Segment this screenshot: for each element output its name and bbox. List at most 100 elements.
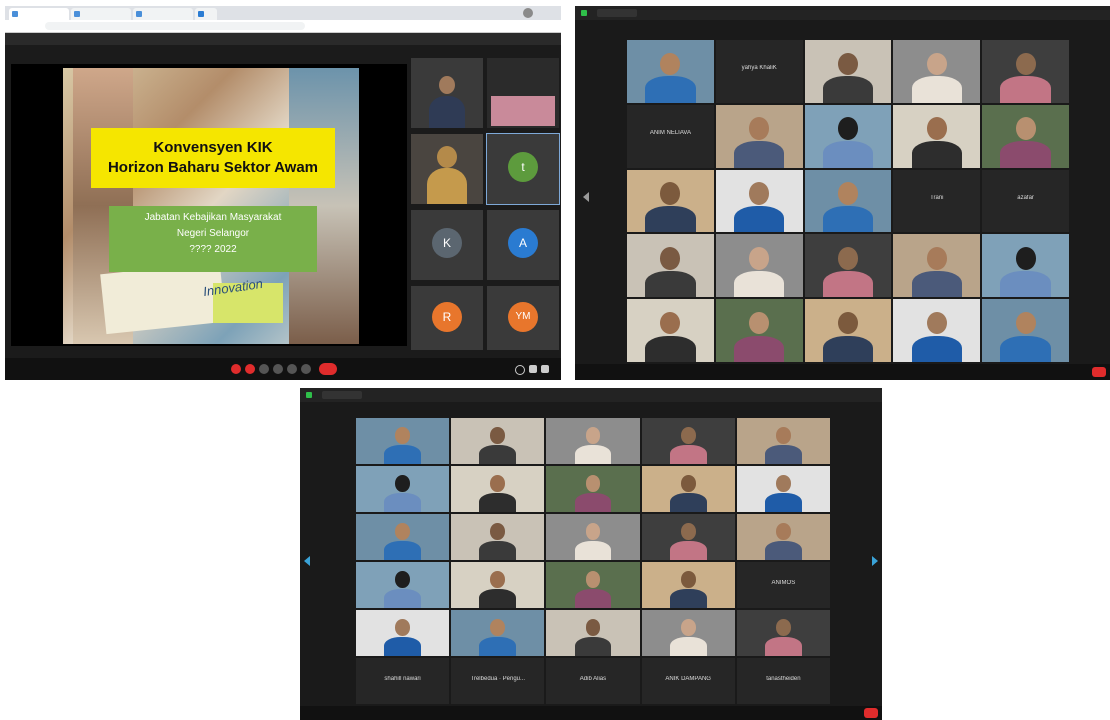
- participant-tile[interactable]: [627, 299, 714, 362]
- video-grid: yahya KhaliK ANIM NELIAVA Trani azafar: [627, 40, 1069, 362]
- participant-tile[interactable]: [356, 418, 450, 464]
- participant-tile[interactable]: [487, 58, 559, 128]
- browser-tab[interactable]: [133, 8, 193, 20]
- participant-tile[interactable]: [627, 169, 714, 233]
- participant-head: [749, 311, 770, 335]
- participant-tile[interactable]: [641, 610, 735, 656]
- participant-tile[interactable]: yahya KhaliK: [715, 40, 803, 103]
- chat-button[interactable]: [287, 364, 297, 374]
- leave-button[interactable]: [864, 708, 878, 718]
- participant-tile[interactable]: [893, 40, 981, 103]
- participant-tile[interactable]: [715, 234, 803, 298]
- people-icon[interactable]: [529, 365, 537, 373]
- participant-tile[interactable]: ANIMOS: [736, 562, 830, 608]
- participant-tile[interactable]: [411, 134, 483, 204]
- participant-head: [1015, 52, 1036, 76]
- participant-tile[interactable]: [715, 104, 803, 168]
- participant-tile[interactable]: A: [487, 210, 559, 280]
- participant-tile[interactable]: tanastheiden: [736, 658, 830, 704]
- browser-tab[interactable]: [195, 8, 217, 20]
- participant-head: [660, 52, 681, 76]
- participant-tile[interactable]: [893, 299, 981, 362]
- slide-subtitle: Jabatan Kebajikan Masyarakat Negeri Sela…: [109, 206, 317, 272]
- participant-tile[interactable]: [982, 104, 1069, 168]
- participant-tile[interactable]: [451, 514, 545, 560]
- browser-tab[interactable]: [9, 8, 69, 20]
- participant-tile[interactable]: [982, 234, 1069, 298]
- participant-tile[interactable]: [804, 299, 892, 362]
- participant-body: [734, 270, 785, 298]
- participant-body: [669, 636, 707, 656]
- participant-tile[interactable]: [982, 40, 1069, 103]
- participant-tile[interactable]: [982, 299, 1069, 362]
- participant-tile[interactable]: YM: [487, 286, 559, 350]
- participant-tile[interactable]: [715, 169, 803, 233]
- participant-tile[interactable]: ANIK DAMPANG: [641, 658, 735, 704]
- settings-icon[interactable]: [515, 365, 525, 375]
- participant-tile[interactable]: [736, 610, 830, 656]
- participant-tile[interactable]: azafar: [982, 169, 1069, 233]
- participant-tile[interactable]: [641, 418, 735, 464]
- participant-tile[interactable]: [451, 562, 545, 608]
- participant-tile[interactable]: [546, 562, 640, 608]
- participant-tile[interactable]: [736, 418, 830, 464]
- participant-head: [660, 182, 681, 205]
- participant-body: [384, 540, 421, 560]
- participant-tile[interactable]: Trelbedua · Pengu...: [451, 658, 545, 704]
- participant-tile[interactable]: [641, 466, 735, 512]
- participant-tile[interactable]: K: [411, 210, 483, 280]
- participant-tile[interactable]: Adib Alias: [546, 658, 640, 704]
- meeting-topbar: [300, 388, 882, 402]
- participant-tile[interactable]: [736, 466, 830, 512]
- url-field[interactable]: [45, 22, 305, 30]
- participant-tile[interactable]: [641, 562, 735, 608]
- participant-tile[interactable]: [804, 169, 892, 233]
- participant-tile[interactable]: [356, 610, 450, 656]
- participant-tile[interactable]: [627, 40, 714, 103]
- prev-page-icon[interactable]: [583, 192, 589, 202]
- participant-head: [926, 246, 947, 270]
- more-button[interactable]: [301, 364, 311, 374]
- chat-icon[interactable]: [541, 365, 549, 373]
- participant-tile[interactable]: [893, 234, 981, 298]
- camera-button[interactable]: [245, 364, 255, 374]
- participant-tile[interactable]: [451, 610, 545, 656]
- participant-tile[interactable]: [736, 514, 830, 560]
- participant-tile[interactable]: Trani: [893, 169, 981, 233]
- profile-avatar-icon[interactable]: [523, 8, 533, 18]
- participant-tile[interactable]: [893, 104, 981, 168]
- video-grid: ANIMOS shahill nawari Trelbedua · Pengu...…: [356, 418, 830, 704]
- window-controls: [597, 9, 637, 17]
- participant-body: [822, 76, 874, 103]
- participant-tile[interactable]: [627, 234, 714, 298]
- mic-button[interactable]: [231, 364, 241, 374]
- participant-head: [837, 182, 859, 205]
- participant-tile[interactable]: [804, 234, 892, 298]
- participant-tile[interactable]: [451, 466, 545, 512]
- participant-tile[interactable]: [546, 466, 640, 512]
- browser-tab[interactable]: [71, 8, 131, 20]
- share-screen-button[interactable]: [259, 364, 269, 374]
- participant-head: [749, 117, 770, 140]
- participant-tile[interactable]: [451, 418, 545, 464]
- participant-tile[interactable]: [546, 610, 640, 656]
- participant-tile[interactable]: [546, 418, 640, 464]
- participant-tile[interactable]: [804, 40, 892, 103]
- participant-tile[interactable]: [641, 514, 735, 560]
- participant-tile[interactable]: [411, 58, 483, 128]
- participants-button[interactable]: [273, 364, 283, 374]
- participant-tile[interactable]: shahill nawari: [356, 658, 450, 704]
- participant-tile[interactable]: t: [486, 133, 560, 205]
- participant-tile[interactable]: [715, 299, 803, 362]
- participant-tile[interactable]: [356, 562, 450, 608]
- participant-tile[interactable]: R: [411, 286, 483, 350]
- participant-tile[interactable]: ANIM NELIAVA: [627, 104, 714, 168]
- leave-button[interactable]: [1092, 367, 1106, 377]
- participant-tile[interactable]: [356, 514, 450, 560]
- next-page-icon[interactable]: [872, 556, 878, 566]
- participant-tile[interactable]: [356, 466, 450, 512]
- prev-page-icon[interactable]: [304, 556, 310, 566]
- leave-button[interactable]: [319, 363, 337, 375]
- participant-tile[interactable]: [804, 104, 892, 168]
- participant-tile[interactable]: [546, 514, 640, 560]
